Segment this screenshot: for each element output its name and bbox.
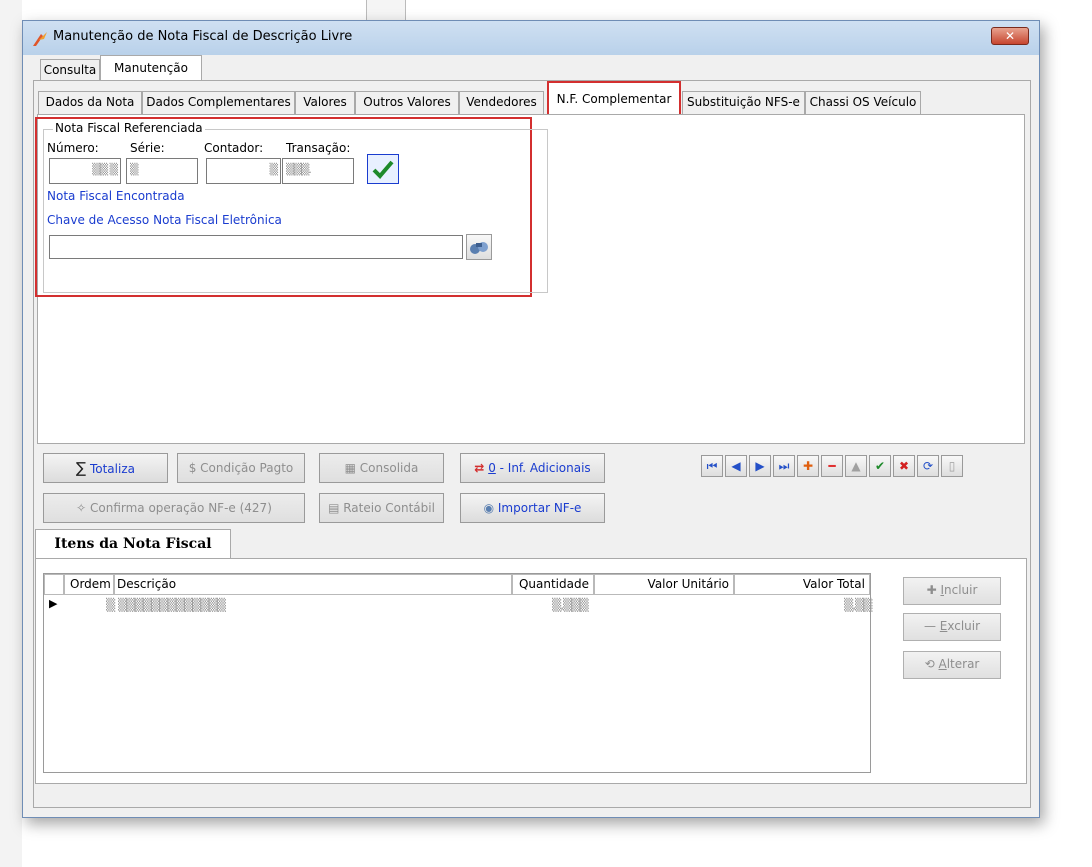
inf-adicionais-shortcut: 0 bbox=[488, 461, 496, 475]
nav-delete-button[interactable]: ━ bbox=[821, 455, 843, 477]
dialog-window: Manutenção de Nota Fiscal de Descrição L… bbox=[22, 20, 1040, 818]
importar-label: Importar NF-e bbox=[497, 501, 582, 515]
row-ordem: ▒ bbox=[106, 598, 115, 612]
nav-refresh-button[interactable]: ⟳ bbox=[917, 455, 939, 477]
sigma-icon: ∑ bbox=[76, 459, 87, 477]
col-indicator bbox=[44, 574, 64, 595]
background-app bbox=[0, 0, 22, 867]
window-title: Manutenção de Nota Fiscal de Descrição L… bbox=[53, 29, 353, 44]
tab-manutencao[interactable]: Manutenção bbox=[100, 55, 202, 81]
nav-bookmark-button[interactable]: ▯ bbox=[941, 455, 963, 477]
row-descricao: ▒▒▒▒▒▒▒▒▒▒▒▒▒ bbox=[118, 598, 226, 612]
tab-vendedores[interactable]: Vendedores bbox=[459, 91, 544, 115]
confirma-icon: ✧ bbox=[76, 501, 87, 515]
row-valor-total: ▒,▒▒ bbox=[844, 598, 872, 612]
binoculars-icon bbox=[470, 242, 488, 254]
refresh-icon: ⟲ bbox=[924, 657, 935, 671]
confirma-operacao-button[interactable]: ✧ Confirma operação NF-e (427) bbox=[43, 493, 305, 523]
confirma-label: Confirma operação NF-e (427) bbox=[90, 501, 272, 515]
excluir-button[interactable]: — Excluir bbox=[903, 613, 1001, 641]
transacao-label: Transação: bbox=[286, 141, 351, 155]
nav-cancel-button[interactable]: ✖ bbox=[893, 455, 915, 477]
alterar-label: lterar bbox=[946, 657, 980, 671]
row-pointer-icon: ▶ bbox=[49, 597, 58, 610]
nav-confirm-button[interactable]: ✔ bbox=[869, 455, 891, 477]
consolida-icon: ▦ bbox=[344, 461, 356, 475]
tab-itens-nota-fiscal[interactable]: Itens da Nota Fiscal bbox=[35, 529, 231, 559]
tab-nf-complementar[interactable]: N.F. Complementar bbox=[547, 81, 681, 117]
numero-label: Número: bbox=[47, 141, 99, 155]
table-row[interactable]: ▶ ▒ ▒▒▒▒▒▒▒▒▒▒▒▒▒ ▒,▒▒▒ ▒,▒▒ bbox=[44, 596, 872, 616]
col-descricao[interactable]: Descrição bbox=[114, 574, 512, 595]
inf-adicionais-button[interactable]: ⇄ 0 - Inf. Adicionais bbox=[460, 453, 605, 483]
importar-nfe-button[interactable]: ◉ Importar NF-e bbox=[460, 493, 605, 523]
tab-consulta[interactable]: Consulta bbox=[40, 59, 100, 81]
condicao-pagto-label: Condição Pagto bbox=[200, 461, 294, 475]
tab-valores[interactable]: Valores bbox=[295, 91, 355, 115]
tab-chassi-os-veiculo[interactable]: Chassi OS Veículo bbox=[805, 91, 921, 115]
col-valor-unitario[interactable]: Valor Unitário bbox=[594, 574, 734, 595]
inf-adicionais-label: - Inf. Adicionais bbox=[495, 461, 591, 475]
totaliza-button[interactable]: ∑ Totaliza bbox=[43, 453, 168, 483]
contador-field[interactable]: ▒ bbox=[206, 158, 281, 184]
inf-adicionais-icon: ⇄ bbox=[474, 461, 485, 475]
app-logo-icon bbox=[33, 32, 47, 46]
minus-icon: — bbox=[923, 619, 936, 633]
tab-dados-complementares[interactable]: Dados Complementares bbox=[142, 91, 295, 115]
condicao-pagto-button[interactable]: $ Condição Pagto bbox=[177, 453, 305, 483]
tab-substituicao-nfs-e[interactable]: Substituição NFS-e bbox=[682, 91, 805, 115]
incluir-label: ncluir bbox=[944, 583, 978, 597]
nav-last-button[interactable]: ⏭ bbox=[773, 455, 795, 477]
tab-dados-da-nota[interactable]: Dados da Nota bbox=[38, 91, 142, 115]
dollar-icon: $ bbox=[188, 461, 197, 475]
col-valor-total[interactable]: Valor Total bbox=[734, 574, 870, 595]
incluir-button[interactable]: ✚ Incluir bbox=[903, 577, 1001, 605]
importar-icon: ◉ bbox=[483, 501, 495, 515]
chave-acesso-label: Chave de Acesso Nota Fiscal Eletrônica bbox=[47, 213, 282, 227]
check-icon bbox=[372, 160, 394, 179]
nav-prev-button[interactable]: ◀ bbox=[725, 455, 747, 477]
serie-label: Série: bbox=[130, 141, 165, 155]
consolida-label: Consolida bbox=[359, 461, 419, 475]
row-quantidade: ▒,▒▒▒ bbox=[552, 598, 589, 612]
rateio-icon: ▤ bbox=[328, 501, 340, 515]
plus-icon: ✚ bbox=[926, 583, 937, 597]
consolida-button[interactable]: ▦ Consolida bbox=[319, 453, 444, 483]
col-quantidade[interactable]: Quantidade bbox=[512, 574, 594, 595]
search-nfe-button[interactable] bbox=[466, 234, 492, 260]
rateio-contabil-button[interactable]: ▤ Rateio Contábil bbox=[319, 493, 444, 523]
contador-label: Contador: bbox=[204, 141, 264, 155]
close-button[interactable]: ✕ bbox=[991, 27, 1029, 45]
alterar-button[interactable]: ⟲ Alterar bbox=[903, 651, 1001, 679]
confirm-search-button[interactable] bbox=[367, 154, 399, 184]
nav-up-button[interactable]: ▲ bbox=[845, 455, 867, 477]
nav-add-button[interactable]: ✚ bbox=[797, 455, 819, 477]
nf-found-status: Nota Fiscal Encontrada bbox=[47, 189, 185, 203]
numero-field[interactable]: ▒▒ ▒ bbox=[49, 158, 121, 184]
serie-field[interactable]: ▒ bbox=[126, 158, 198, 184]
rateio-label: Rateio Contábil bbox=[343, 501, 435, 515]
nav-next-button[interactable]: ▶ bbox=[749, 455, 771, 477]
nav-first-button[interactable]: ⏮ bbox=[701, 455, 723, 477]
chave-acesso-input[interactable] bbox=[49, 235, 463, 259]
transacao-field[interactable]: ▒▒▒. bbox=[282, 158, 354, 184]
title-bar[interactable]: Manutenção de Nota Fiscal de Descrição L… bbox=[23, 21, 1039, 55]
excluir-label: xcluir bbox=[947, 619, 981, 633]
totaliza-label: Totaliza bbox=[89, 462, 135, 476]
tab-outros-valores[interactable]: Outros Valores bbox=[355, 91, 459, 115]
background-app-fragment bbox=[366, 0, 406, 20]
nf-ref-group-title: Nota Fiscal Referenciada bbox=[53, 121, 205, 135]
col-ordem[interactable]: Ordem bbox=[64, 574, 114, 595]
alterar-shortcut: A bbox=[938, 657, 947, 671]
